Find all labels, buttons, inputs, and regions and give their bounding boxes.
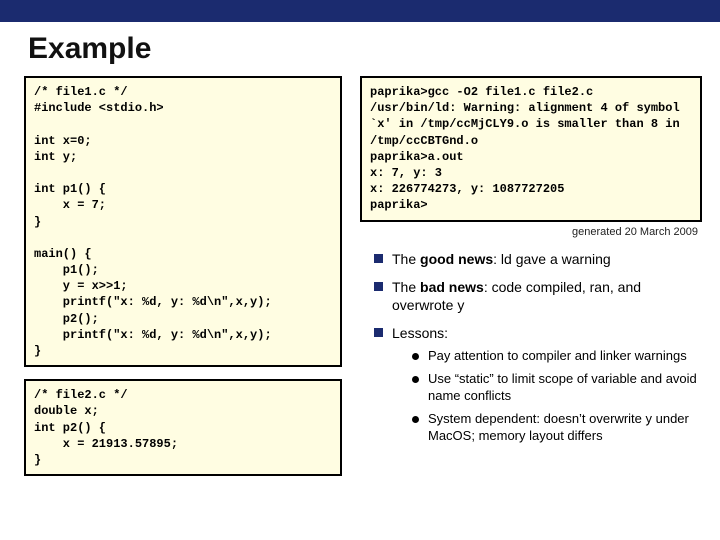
text: The: [392, 279, 420, 295]
terminal-output: paprika>gcc -O2 file1.c file2.c /usr/bin…: [360, 76, 702, 222]
header-bar: [0, 0, 720, 22]
right-column: paprika>gcc -O2 file1.c file2.c /usr/bin…: [360, 76, 702, 476]
sub-bullet: Pay attention to compiler and linker war…: [412, 348, 702, 365]
sub-bullets: Pay attention to compiler and linker war…: [392, 348, 702, 444]
bullet-list: The good news: ld gave a warning The bad…: [360, 250, 702, 455]
text: : ld gave a warning: [493, 251, 611, 267]
bullet-lessons: Lessons: Pay attention to compiler and l…: [374, 324, 702, 445]
text-bold: bad news: [420, 279, 484, 295]
text: Lessons:: [392, 325, 448, 341]
bullet-good-news: The good news: ld gave a warning: [374, 250, 702, 268]
generated-note: generated 20 March 2009: [360, 222, 702, 248]
sub-bullet: Use “static” to limit scope of variable …: [412, 371, 702, 405]
left-column: /* file1.c */ #include <stdio.h> int x=0…: [24, 76, 342, 476]
sub-bullet: System dependent: doesn’t overwrite y un…: [412, 411, 702, 445]
text-bold: good news: [420, 251, 493, 267]
code-file1: /* file1.c */ #include <stdio.h> int x=0…: [24, 76, 342, 367]
text: The: [392, 251, 420, 267]
code-file2: /* file2.c */ double x; int p2() { x = 2…: [24, 379, 342, 476]
bullet-bad-news: The bad news: code compiled, ran, and ov…: [374, 278, 702, 314]
slide-title: Example: [0, 22, 720, 76]
content-area: /* file1.c */ #include <stdio.h> int x=0…: [0, 76, 720, 476]
